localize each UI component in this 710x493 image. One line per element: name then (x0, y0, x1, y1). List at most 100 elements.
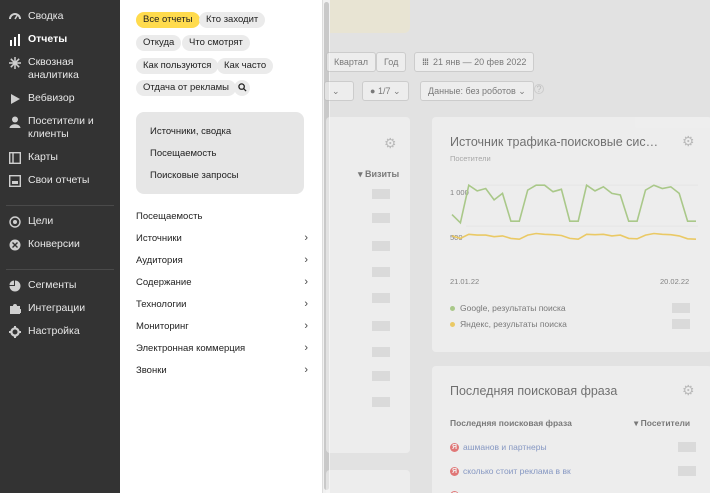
quick-reports-box: Источники, сводка Посещаемость Поисковые… (136, 112, 304, 194)
sidebar-item-custom-reports[interactable]: Свои отчеты (0, 174, 120, 197)
gear-icon[interactable]: ⚙ (384, 135, 397, 152)
dashboard-content: Квартал Год ⁞⁞⁞ 21 янв — 20 фев 2022 ⌄ ●… (324, 0, 710, 493)
menu-item-content[interactable]: Содержание › (136, 275, 308, 289)
menu-item-label: Звонки (136, 364, 167, 376)
blurred-value (372, 241, 390, 251)
chip-what-they-view[interactable]: Что смотрят (182, 35, 250, 51)
sidebar-item-maps[interactable]: Карты (0, 151, 120, 174)
menu-item-audience[interactable]: Аудитория › (136, 253, 308, 267)
blurred-value (678, 466, 696, 476)
period-year-button[interactable]: Год (376, 52, 407, 72)
gear-icon[interactable]: ⚙ (682, 382, 695, 399)
visits-table-card: ⚙ ▾ Визиты (326, 117, 410, 453)
phrase-link[interactable]: сколько стоит реклама в вк (463, 466, 571, 476)
chip-who-visits[interactable]: Кто заходит (199, 12, 266, 28)
sampling-value: 1/7 (377, 86, 391, 96)
sidebar-divider (6, 205, 114, 206)
blurred-value (372, 397, 390, 407)
menu-item-label: Мониторинг (136, 320, 189, 332)
report-icon (8, 174, 21, 187)
pie-icon (8, 279, 21, 292)
traffic-line-chart (451, 183, 698, 241)
sidebar-item-label: Интеграции (28, 302, 86, 314)
sidebar-item-settings[interactable]: Настройка (0, 325, 120, 348)
legend-item-yandex[interactable]: Яндекс, результаты поиска (450, 319, 567, 329)
sampling-icon: ● (370, 86, 376, 96)
chip-ad-return[interactable]: Отдача от рекламы (136, 80, 236, 96)
sidebar-item-segments[interactable]: Сегменты (0, 279, 120, 302)
chip-where-from[interactable]: Откуда (136, 35, 182, 51)
menu-item-attendance[interactable]: Посещаемость (136, 209, 308, 223)
chip-how-often[interactable]: Как часто (217, 58, 274, 74)
sampling-select[interactable]: ● 1/7 ⌄ (362, 81, 409, 101)
x-tick-label: 21.01.22 (450, 277, 480, 286)
map-icon (8, 151, 21, 164)
menu-item-technologies[interactable]: Технологии › (136, 297, 308, 311)
sidebar-item-conversions[interactable]: Конверсии (0, 238, 120, 261)
play-icon (8, 92, 21, 105)
sidebar-item-label: Посетители и клиенты (28, 115, 94, 140)
dashboard-icon (8, 10, 21, 23)
yandex-icon: Я (450, 467, 459, 477)
table-row[interactable]: Ясколько стоит реклама в вк (450, 466, 571, 477)
legend-item-google[interactable]: Google, результаты поиска (450, 303, 566, 313)
robots-filter-label: Данные: без роботов (428, 86, 516, 96)
quick-report-attendance[interactable]: Посещаемость (150, 148, 216, 159)
legend-color-dot (450, 306, 455, 312)
help-icon[interactable]: ? (534, 84, 544, 94)
menu-item-sources[interactable]: Источники › (136, 231, 308, 245)
card-subtitle: Посетители (450, 154, 491, 163)
robots-filter-select[interactable]: Данные: без роботов ⌄ (420, 81, 534, 101)
sidebar-item-summary[interactable]: Сводка (0, 10, 120, 33)
quick-report-search-queries[interactable]: Поисковые запросы (150, 170, 238, 181)
series-line-yandex (451, 232, 697, 241)
menu-item-label: Электронная коммерция (136, 342, 246, 354)
chevron-right-icon: › (304, 232, 308, 244)
sidebar-item-visitors[interactable]: Посетители и клиенты (0, 115, 120, 151)
search-button[interactable] (234, 80, 250, 96)
chevron-right-icon: › (304, 320, 308, 332)
legend-label: Яндекс, результаты поиска (460, 319, 567, 329)
card-title: Последняя поисковая фраза (450, 384, 618, 398)
chip-all-reports[interactable]: Все отчеты (136, 12, 200, 28)
menu-item-calls[interactable]: Звонки › (136, 363, 308, 377)
visitors-column-header[interactable]: ▾ Посетители (634, 418, 690, 429)
menu-item-monitoring[interactable]: Мониторинг › (136, 319, 308, 333)
sidebar-item-label: Карты (28, 151, 58, 163)
menu-item-label: Источники (136, 232, 182, 244)
sidebar-item-end-to-end-analytics[interactable]: Сквозная аналитика (0, 56, 120, 92)
chip-how-they-use[interactable]: Как пользуются (136, 58, 219, 74)
period-quarter-button[interactable]: Квартал (326, 52, 377, 72)
gear-icon[interactable]: ⚙ (682, 133, 695, 150)
menu-item-label: Посещаемость (136, 210, 203, 222)
table-row[interactable]: Яашманов и партнеры (450, 442, 547, 453)
phrase-column-header[interactable]: Последняя поисковая фраза (450, 418, 572, 428)
sidebar-divider (6, 269, 114, 270)
phrase-link[interactable]: ашманов и партнеры (463, 442, 547, 452)
sidebar-item-reports[interactable]: Отчеты (0, 33, 120, 56)
series-line-google (451, 183, 696, 225)
yandex-icon: Я (450, 443, 459, 453)
visits-column-header[interactable]: ▾ Визиты (358, 169, 399, 180)
sidebar-item-label: Цели (28, 215, 54, 227)
traffic-source-card: Источник трафика-поисковые сис… ⚙ Посети… (432, 117, 710, 352)
sidebar-item-label: Вебвизор (28, 92, 75, 104)
sidebar-item-integrations[interactable]: Интеграции (0, 302, 120, 325)
sidebar-item-webvisor[interactable]: Вебвизор (0, 92, 120, 115)
main-sidebar: Сводка Отчеты Сквозная аналитика Вебвизо… (0, 0, 120, 493)
grouping-select[interactable]: ⌄ (324, 81, 354, 101)
menu-item-label: Технологии (136, 298, 187, 310)
puzzle-icon (8, 302, 21, 315)
calendar-icon: ⁞⁞⁞ (422, 57, 429, 67)
chevron-right-icon: › (304, 364, 308, 376)
menu-item-ecommerce[interactable]: Электронная коммерция › (136, 341, 308, 355)
reports-menu-panel: Все отчеты Кто заходит Откуда Что смотря… (120, 0, 322, 493)
sidebar-item-goals[interactable]: Цели (0, 215, 120, 238)
quick-report-sources-summary[interactable]: Источники, сводка (150, 126, 231, 137)
chevron-right-icon: › (304, 298, 308, 310)
bar-chart-icon (8, 33, 21, 46)
x-tick-label: 20.02.22 (660, 277, 690, 286)
date-range-button[interactable]: ⁞⁞⁞ 21 янв — 20 фев 2022 (414, 52, 535, 72)
sidebar-item-label: Сводка (28, 10, 64, 22)
sidebar-item-label: Свои отчеты (28, 174, 90, 186)
